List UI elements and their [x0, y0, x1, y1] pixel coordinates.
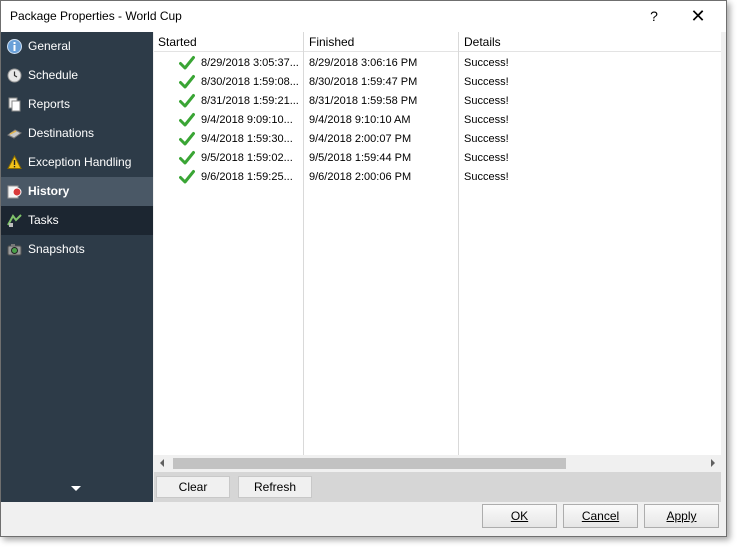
finished-cell: 9/5/2018 1:59:44 PM: [309, 152, 412, 164]
column-header-finished[interactable]: Finished: [309, 35, 354, 49]
refresh-button[interactable]: Refresh: [238, 476, 312, 498]
column-header-details[interactable]: Details: [464, 35, 501, 49]
sidebar-item-snapshots[interactable]: Snapshots: [1, 235, 153, 264]
details-cell: Success!: [464, 114, 509, 126]
sidebar-item-tasks[interactable]: Tasks: [1, 206, 153, 235]
sidebar-item-label: Exception Handling: [28, 155, 132, 169]
started-cell: 8/30/2018 1:59:08...: [201, 76, 299, 88]
table-row[interactable]: 9/4/2018 1:59:30... 9/4/2018 2:00:07 PM …: [154, 130, 721, 149]
ok-label: OK: [510, 509, 529, 523]
table-row[interactable]: 9/4/2018 9:09:10... 9/4/2018 9:10:10 AM …: [154, 111, 721, 130]
details-cell: Success!: [464, 76, 509, 88]
title-bar: Package Properties - World Cup ? ✕: [1, 1, 726, 32]
grid-header: Started Finished Details: [154, 32, 721, 52]
finished-cell: 8/30/2018 1:59:47 PM: [309, 76, 418, 88]
horizontal-scrollbar[interactable]: [154, 455, 721, 472]
clear-button[interactable]: Clear: [156, 476, 230, 498]
table-row[interactable]: 9/6/2018 1:59:25... 9/6/2018 2:00:06 PM …: [154, 168, 721, 187]
sidebar-item-general[interactable]: General: [1, 32, 153, 61]
started-cell: 9/6/2018 1:59:25...: [201, 171, 293, 183]
sidebar-item-label: Destinations: [28, 126, 95, 140]
apply-button[interactable]: Apply: [644, 504, 719, 528]
success-check-icon: [179, 132, 195, 146]
table-row[interactable]: 8/29/2018 3:05:37... 8/29/2018 3:06:16 P…: [154, 54, 721, 73]
ok-button[interactable]: OK: [482, 504, 557, 528]
column-header-started[interactable]: Started: [158, 35, 197, 49]
warning-icon: [7, 155, 22, 169]
started-cell: 8/29/2018 3:05:37...: [201, 57, 299, 69]
finished-cell: 9/4/2018 2:00:07 PM: [309, 133, 412, 145]
sidebar-item-exception-handling[interactable]: Exception Handling: [1, 148, 153, 177]
history-action-bar: Clear Refresh: [154, 472, 721, 502]
finished-cell: 8/29/2018 3:06:16 PM: [309, 57, 418, 69]
clock-icon: [7, 68, 22, 83]
success-check-icon: [179, 151, 195, 165]
info-icon: [7, 39, 22, 54]
success-check-icon: [179, 170, 195, 184]
started-cell: 9/4/2018 1:59:30...: [201, 133, 293, 145]
details-cell: Success!: [464, 171, 509, 183]
package-properties-dialog: Package Properties - World Cup ? ✕ Gener…: [0, 0, 727, 537]
success-check-icon: [179, 56, 195, 70]
history-icon: [7, 185, 22, 199]
details-cell: Success!: [464, 57, 509, 69]
sidebar-item-history[interactable]: History: [1, 177, 153, 206]
sidebar-item-reports[interactable]: Reports: [1, 90, 153, 119]
details-cell: Success!: [464, 152, 509, 164]
table-row[interactable]: 8/30/2018 1:59:08... 8/30/2018 1:59:47 P…: [154, 73, 721, 92]
reports-icon: [8, 97, 21, 112]
finished-cell: 8/31/2018 1:59:58 PM: [309, 95, 418, 107]
sidebar-scroll-down-icon[interactable]: [71, 486, 81, 491]
scrollbar-thumb[interactable]: [173, 458, 566, 469]
success-check-icon: [179, 75, 195, 89]
window-title: Package Properties - World Cup: [10, 9, 182, 23]
success-check-icon: [179, 113, 195, 127]
started-cell: 8/31/2018 1:59:21...: [201, 95, 299, 107]
table-row[interactable]: 9/5/2018 1:59:02... 9/5/2018 1:59:44 PM …: [154, 149, 721, 168]
started-cell: 9/4/2018 9:09:10...: [201, 114, 293, 126]
destinations-icon: [7, 129, 22, 139]
help-button[interactable]: ?: [637, 3, 671, 29]
cancel-label: Cancel: [581, 509, 620, 523]
sidebar-item-label: General: [28, 39, 71, 53]
tasks-icon: [7, 214, 22, 227]
history-panel: Started Finished Details 8/29/2018 3:05:…: [154, 32, 721, 502]
finished-cell: 9/4/2018 9:10:10 AM: [309, 114, 411, 126]
snapshots-icon: [7, 244, 22, 256]
sidebar-item-schedule[interactable]: Schedule: [1, 61, 153, 90]
scroll-left-icon[interactable]: [160, 459, 164, 467]
sidebar-item-label: Snapshots: [28, 242, 85, 256]
apply-label: Apply: [666, 509, 697, 523]
sidebar-item-label: Schedule: [28, 68, 79, 82]
finished-cell: 9/6/2018 2:00:06 PM: [309, 171, 412, 183]
table-row[interactable]: 8/31/2018 1:59:21... 8/31/2018 1:59:58 P…: [154, 92, 721, 111]
sidebar-item-label: History: [28, 184, 70, 198]
cancel-button[interactable]: Cancel: [563, 504, 638, 528]
success-check-icon: [179, 94, 195, 108]
details-cell: Success!: [464, 133, 509, 145]
started-cell: 9/5/2018 1:59:02...: [201, 152, 293, 164]
sidebar: General Schedule Reports Destinations Ex…: [1, 32, 153, 502]
scroll-right-icon[interactable]: [711, 459, 715, 467]
sidebar-item-destinations[interactable]: Destinations: [1, 119, 153, 148]
sidebar-item-label: Tasks: [28, 213, 59, 227]
details-cell: Success!: [464, 95, 509, 107]
close-button[interactable]: ✕: [681, 3, 715, 29]
sidebar-item-label: Reports: [28, 97, 71, 111]
